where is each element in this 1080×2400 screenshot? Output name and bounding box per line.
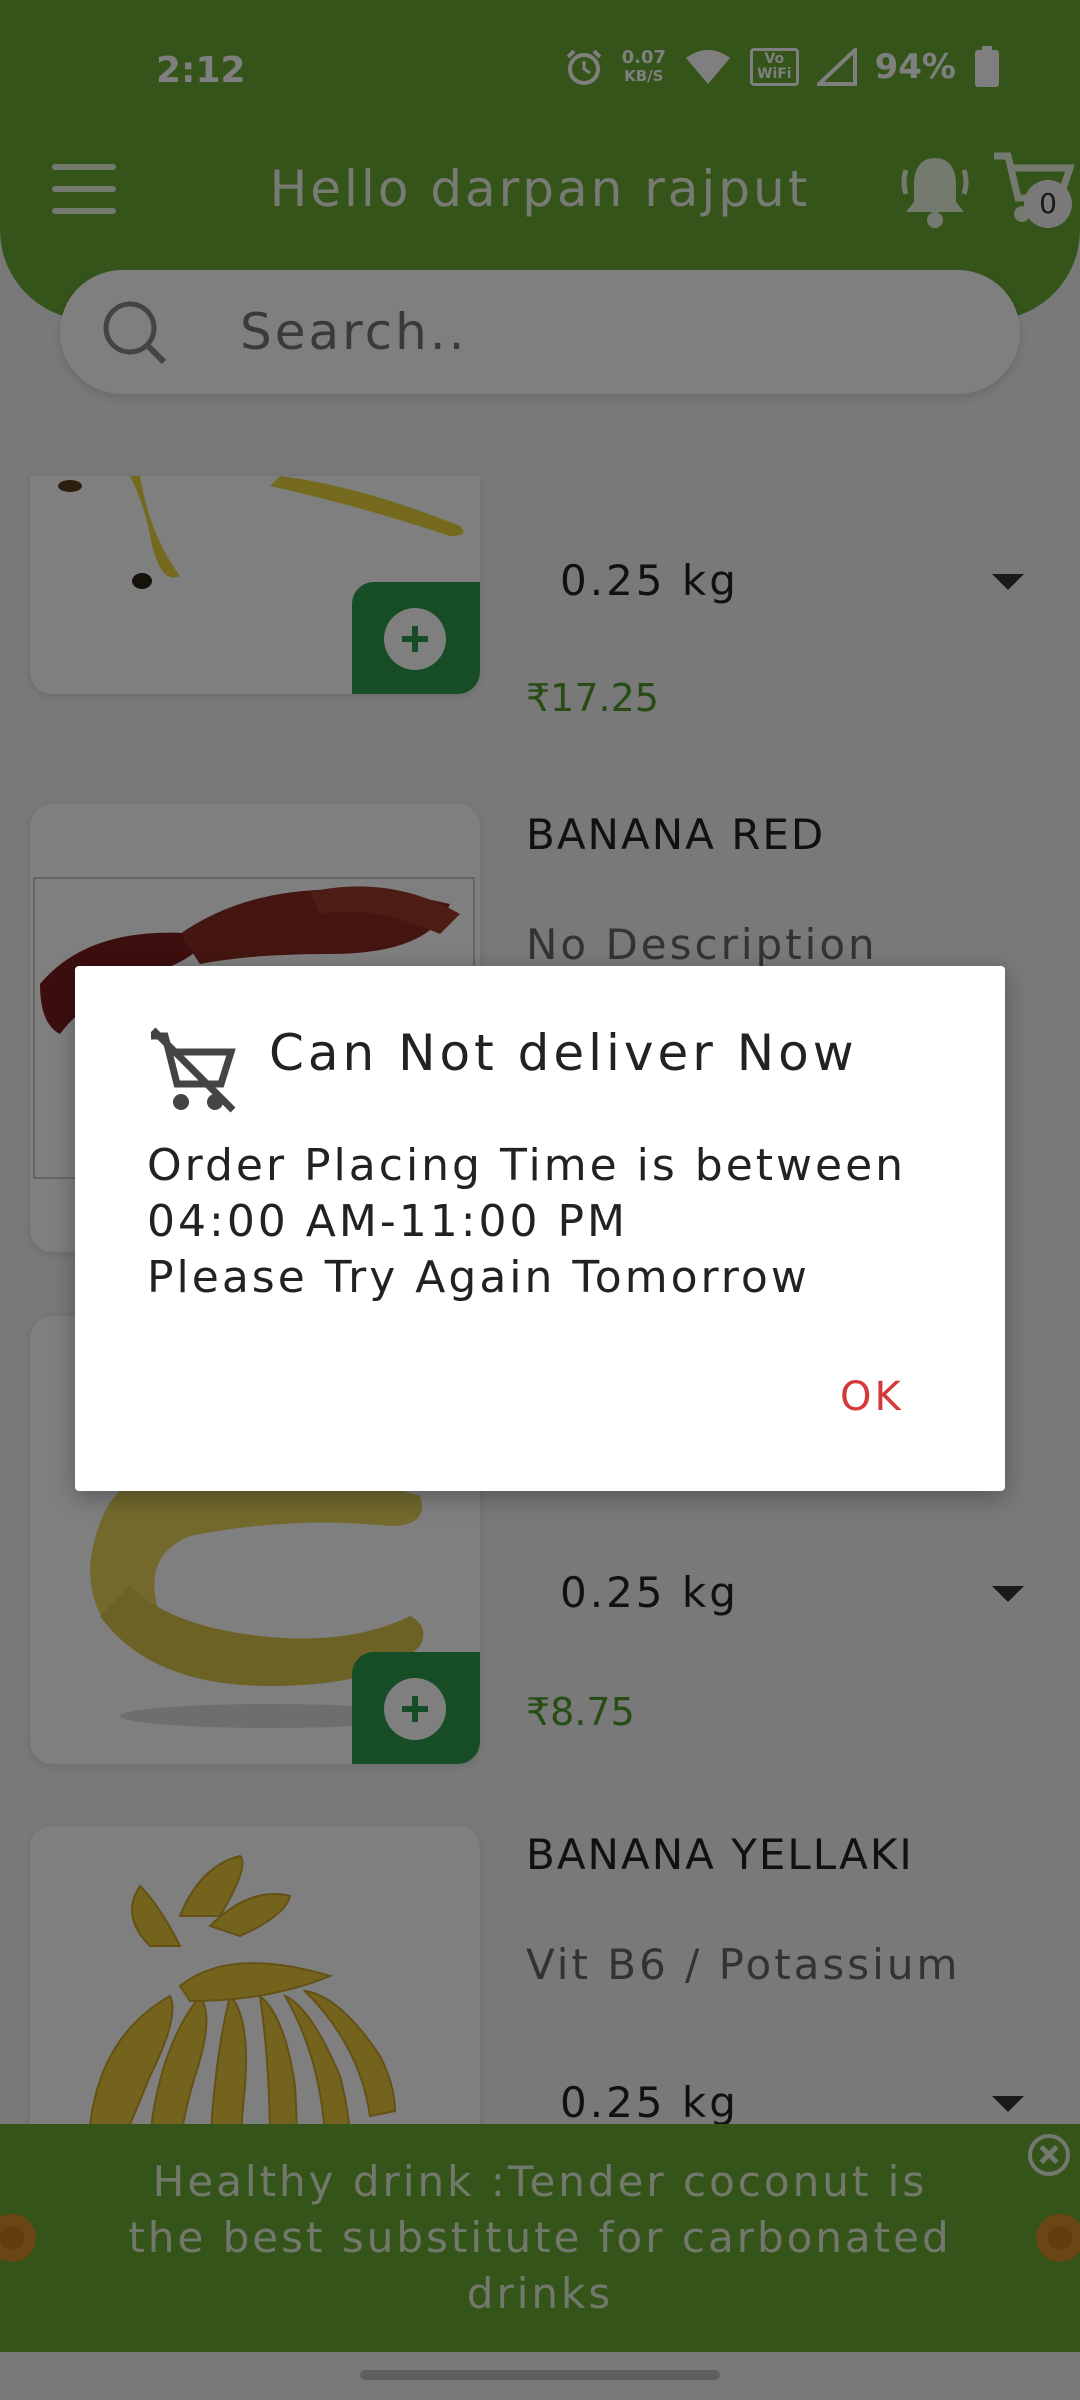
delivery-unavailable-dialog: Can Not deliver Now Order Placing Time i…: [75, 966, 1005, 1491]
dialog-message: Order Placing Time is between 04:00 AM-1…: [147, 1140, 907, 1303]
cart-off-icon: [150, 1027, 236, 1113]
ok-button[interactable]: OK: [840, 1374, 904, 1420]
dialog-title: Can Not deliver Now: [269, 1024, 858, 1082]
